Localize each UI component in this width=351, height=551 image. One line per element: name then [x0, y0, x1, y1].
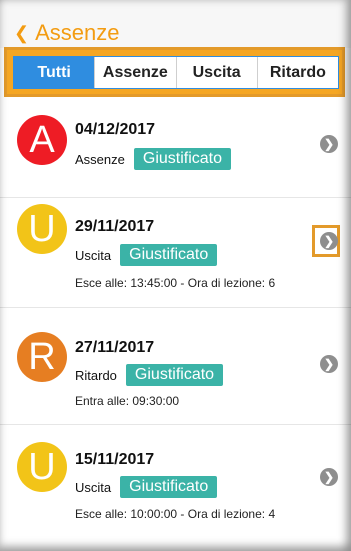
item-type-row: Assenze Giustificato: [75, 148, 232, 170]
avatar: U: [17, 204, 67, 254]
item-type: Uscita: [75, 247, 112, 263]
tab-assenze[interactable]: Assenze: [94, 57, 175, 88]
item-detail: Esce alle: 10:00:00 - Ora di lezione: 4: [75, 507, 276, 521]
avatar: U: [17, 442, 67, 492]
item-type: Uscita: [75, 479, 112, 495]
list-item[interactable]: R 27/11/2017 Ritardo Giustificato Entra …: [0, 308, 351, 425]
chevron-right-icon[interactable]: ❯: [320, 135, 338, 153]
avatar: A: [17, 115, 67, 165]
list-item[interactable]: U 29/11/2017 Uscita Giustificato Esce al…: [0, 198, 351, 308]
list-item[interactable]: A 04/12/2017 Assenze Giustificato ❯: [0, 108, 351, 198]
tab-filter-highlight: Tutti Assenze Uscita Ritardo: [4, 47, 345, 97]
chevron-right-icon[interactable]: ❯: [320, 232, 338, 250]
back-label: Assenze: [35, 20, 120, 45]
status-badge: Giustificato: [125, 364, 224, 386]
chevron-left-icon: ❮: [14, 23, 30, 43]
item-date: 15/11/2017: [75, 451, 155, 468]
avatar: R: [17, 332, 67, 382]
item-detail: Entra alle: 09:30:00: [75, 394, 180, 408]
tab-uscita[interactable]: Uscita: [175, 57, 257, 88]
status-badge: Giustificato: [120, 244, 218, 266]
status-badge: Giustificato: [133, 148, 232, 170]
item-date: 04/12/2017: [75, 121, 156, 138]
tab-tutti[interactable]: Tutti: [14, 57, 95, 88]
item-type: Assenze: [75, 151, 125, 167]
item-type-row: Uscita Giustificato: [75, 476, 218, 498]
absence-list: A 04/12/2017 Assenze Giustificato ❯ U 29…: [0, 108, 351, 551]
chevron-right-icon[interactable]: ❯: [320, 468, 338, 486]
nav-header: ❮ Assenze: [0, 0, 351, 48]
back-button[interactable]: ❮ Assenze: [14, 20, 119, 46]
item-detail: Esce alle: 13:45:00 - Ora di lezione: 6: [75, 276, 276, 290]
item-date: 29/11/2017: [75, 218, 155, 235]
status-badge: Giustificato: [120, 476, 218, 498]
item-type: Ritardo: [75, 367, 117, 383]
item-type-row: Ritardo Giustificato: [75, 364, 224, 386]
chevron-right-icon[interactable]: ❯: [320, 355, 338, 373]
list-item[interactable]: U 15/11/2017 Uscita Giustificato Esce al…: [0, 425, 351, 551]
tab-filter: Tutti Assenze Uscita Ritardo: [13, 56, 339, 89]
item-type-row: Uscita Giustificato: [75, 244, 218, 266]
tab-ritardo[interactable]: Ritardo: [256, 57, 338, 88]
item-date: 27/11/2017: [75, 339, 155, 356]
